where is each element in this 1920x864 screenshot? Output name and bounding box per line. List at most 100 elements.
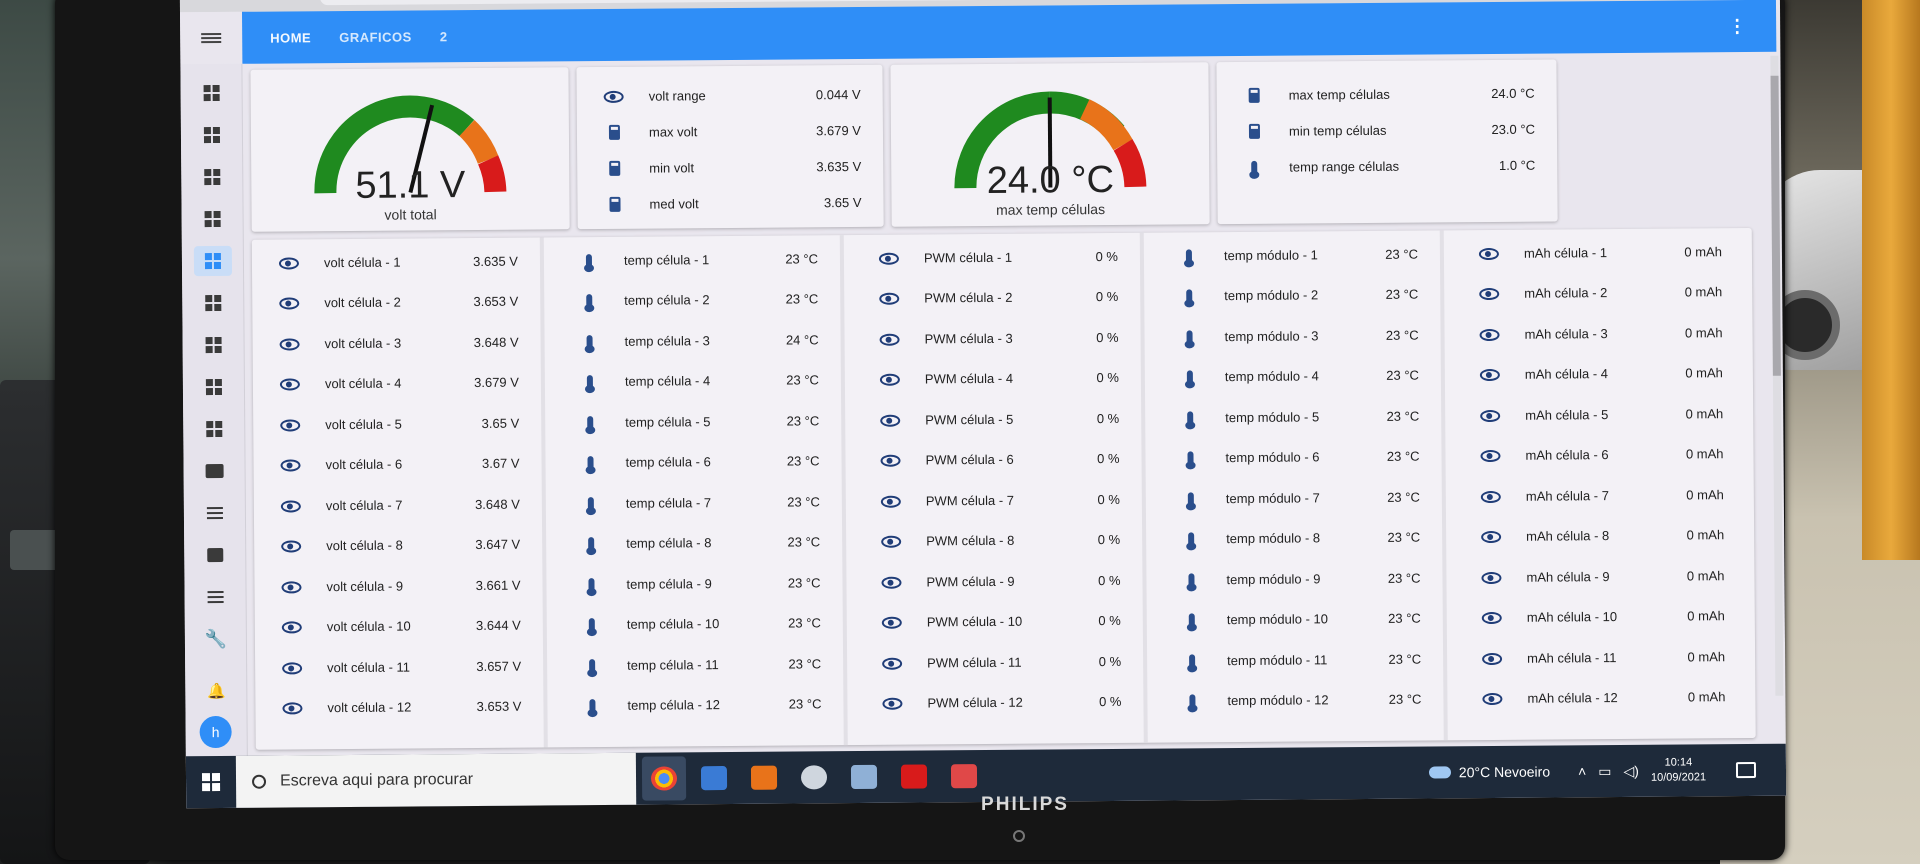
explorer-app-icon[interactable]: [842, 755, 886, 799]
sidebar-dashboard-7-icon[interactable]: [198, 330, 228, 360]
more-vert-icon[interactable]: ⋮: [1728, 15, 1746, 36]
list-item[interactable]: volt célula - 4 3.679 V: [253, 367, 541, 399]
list-item[interactable]: temp célula - 12 23 °C: [555, 689, 843, 721]
network-icon[interactable]: ▭: [1598, 763, 1611, 780]
list-item[interactable]: volt célula - 9 3.661 V: [254, 569, 542, 601]
sidebar-dashboard-8-icon[interactable]: [199, 372, 229, 402]
list-item[interactable]: volt célula - 7 3.648 V: [254, 488, 542, 520]
hamburger-menu-button[interactable]: [179, 11, 243, 65]
list-item[interactable]: temp célula - 3 24 °C: [552, 324, 840, 356]
list-item[interactable]: mAh célula - 2 0 mAh: [1452, 277, 1744, 309]
avatar[interactable]: h: [199, 715, 232, 749]
list-item[interactable]: PWM célula - 2 0 %: [852, 281, 1140, 313]
sidebar-dashboard-2-icon[interactable]: [197, 120, 227, 150]
gauge-card-temp[interactable]: 24.0 °C max temp células: [890, 62, 1210, 227]
sidebar-wrench-icon[interactable]: 🔧: [201, 624, 231, 654]
list-item[interactable]: med volt 3.65 V: [577, 187, 883, 219]
list-item[interactable]: PWM célula - 8 0 %: [854, 524, 1142, 556]
list-item[interactable]: temp módulo - 8 23 °C: [1154, 522, 1442, 554]
list-item[interactable]: volt célula - 10 3.644 V: [255, 610, 543, 642]
gauge-card-volt[interactable]: 51.1 V volt total: [250, 67, 570, 232]
list-item[interactable]: temp célula - 10 23 °C: [555, 608, 843, 640]
list-item[interactable]: PWM célula - 9 0 %: [854, 565, 1142, 597]
sidebar-chart-icon[interactable]: [200, 540, 230, 570]
tab-graficos[interactable]: GRAFICOS: [339, 29, 412, 45]
list-item[interactable]: PWM célula - 1 0 %: [852, 241, 1140, 273]
weather-text[interactable]: 20°C Nevoeiro: [1459, 764, 1550, 781]
sidebar-dashboard-1-icon[interactable]: [197, 78, 227, 108]
sidebar-badge-icon[interactable]: [199, 456, 229, 486]
list-item[interactable]: temp módulo - 11 23 °C: [1155, 643, 1443, 675]
sidebar-dashboard-3-icon[interactable]: [197, 162, 227, 192]
list-item[interactable]: temp módulo - 12 23 °C: [1155, 684, 1443, 716]
chevron-up-icon[interactable]: ˄: [1578, 763, 1586, 779]
outlook-app-icon[interactable]: [742, 756, 786, 800]
list-item[interactable]: mAh célula - 9 0 mAh: [1454, 560, 1746, 592]
bell-icon[interactable]: 🔔: [201, 676, 231, 706]
list-item[interactable]: mAh célula - 1 0 mAh: [1452, 236, 1744, 268]
acrobat-app-icon[interactable]: [892, 754, 936, 798]
list-item[interactable]: temp célula - 8 23 °C: [554, 527, 842, 559]
start-button[interactable]: [186, 756, 236, 808]
tab-home[interactable]: HOME: [270, 30, 311, 45]
list-item[interactable]: min volt 3.635 V: [577, 151, 883, 183]
list-item[interactable]: temp módulo - 10 23 °C: [1155, 603, 1443, 635]
list-item[interactable]: volt célula - 12 3.653 V: [255, 691, 543, 723]
list-item[interactable]: volt célula - 2 3.653 V: [252, 286, 540, 318]
list-item[interactable]: PWM célula - 10 0 %: [855, 605, 1143, 637]
list-item[interactable]: temp módulo - 9 23 °C: [1154, 562, 1442, 594]
list-item[interactable]: volt célula - 5 3.65 V: [253, 407, 541, 439]
scrollbar[interactable]: [1770, 55, 1784, 696]
list-item[interactable]: volt célula - 1 3.635 V: [252, 245, 540, 277]
sidebar-dashboard-6-icon[interactable]: [198, 288, 228, 318]
list-item[interactable]: temp módulo - 3 23 °C: [1152, 319, 1440, 351]
list-item[interactable]: temp célula - 1 23 °C: [552, 243, 840, 275]
tab-2[interactable]: 2: [440, 29, 448, 44]
toolbox-app-icon[interactable]: [942, 754, 986, 798]
list-item[interactable]: temp módulo - 4 23 °C: [1153, 360, 1441, 392]
list-item[interactable]: temp célula - 5 23 °C: [553, 405, 841, 437]
list-item[interactable]: volt célula - 3 3.648 V: [252, 326, 540, 358]
list-item[interactable]: temp módulo - 2 23 °C: [1152, 279, 1440, 311]
list-item[interactable]: PWM célula - 6 0 %: [853, 443, 1141, 475]
list-item[interactable]: PWM célula - 12 0 %: [855, 686, 1143, 718]
list-item[interactable]: volt range 0.044 V: [577, 79, 883, 111]
list-item[interactable]: mAh célula - 10 0 mAh: [1455, 601, 1747, 633]
list-item[interactable]: mAh célula - 5 0 mAh: [1453, 398, 1745, 430]
list-item[interactable]: max temp células 24.0 °C: [1217, 77, 1557, 110]
list-item[interactable]: temp range células 1.0 °C: [1217, 149, 1557, 182]
list-item[interactable]: temp célula - 2 23 °C: [552, 284, 840, 316]
list-item[interactable]: temp célula - 4 23 °C: [553, 365, 841, 397]
list-item[interactable]: volt célula - 8 3.647 V: [254, 529, 542, 561]
list-item[interactable]: PWM célula - 7 0 %: [854, 484, 1142, 516]
list-item[interactable]: temp módulo - 1 23 °C: [1152, 238, 1440, 270]
list-item[interactable]: mAh célula - 8 0 mAh: [1454, 520, 1746, 552]
power-button[interactable]: [1013, 830, 1025, 842]
list-item[interactable]: PWM célula - 3 0 %: [852, 322, 1140, 354]
notification-icon[interactable]: [1735, 761, 1757, 779]
list-item[interactable]: mAh célula - 4 0 mAh: [1453, 358, 1745, 390]
taskbar-search[interactable]: Escreva aqui para procurar: [235, 752, 637, 808]
list-item[interactable]: temp módulo - 6 23 °C: [1153, 441, 1441, 473]
list-item[interactable]: max volt 3.679 V: [577, 115, 883, 147]
list-item[interactable]: mAh célula - 12 0 mAh: [1455, 682, 1747, 714]
sidebar-dashboard-4-icon[interactable]: [198, 204, 228, 234]
list-item[interactable]: mAh célula - 3 0 mAh: [1452, 317, 1744, 349]
mercedes-app-icon[interactable]: [792, 755, 836, 799]
sidebar-dashboard-9-icon[interactable]: [199, 414, 229, 444]
calculator-app-icon[interactable]: [692, 756, 736, 800]
list-item[interactable]: mAh célula - 11 0 mAh: [1455, 641, 1747, 673]
sidebar-logbook-icon[interactable]: [200, 582, 230, 612]
list-item[interactable]: mAh célula - 6 0 mAh: [1453, 439, 1745, 471]
list-item[interactable]: temp célula - 6 23 °C: [553, 446, 841, 478]
chrome-app-icon[interactable]: [641, 756, 687, 801]
list-item[interactable]: temp célula - 11 23 °C: [555, 648, 843, 680]
list-item[interactable]: min temp células 23.0 °C: [1217, 113, 1557, 146]
list-item[interactable]: temp módulo - 7 23 °C: [1154, 481, 1442, 513]
list-item[interactable]: temp módulo - 5 23 °C: [1153, 400, 1441, 432]
volume-icon[interactable]: ◁): [1623, 762, 1639, 779]
clock[interactable]: 10:14 10/09/2021: [1651, 755, 1706, 785]
list-item[interactable]: PWM célula - 4 0 %: [853, 362, 1141, 394]
list-item[interactable]: volt célula - 11 3.657 V: [255, 650, 543, 682]
list-item[interactable]: volt célula - 6 3.67 V: [253, 448, 541, 480]
